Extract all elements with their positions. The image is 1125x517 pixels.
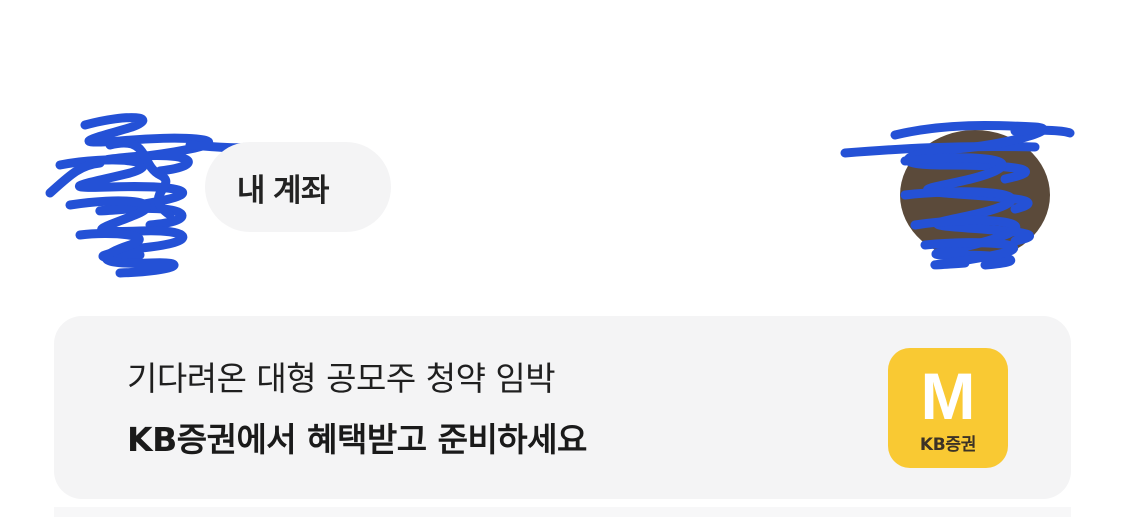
kb-securities-app-icon: M KB증권 <box>888 348 1008 468</box>
top-header: 내 계좌 <box>0 0 1125 290</box>
logo-letter: M <box>920 358 976 433</box>
next-card-edge <box>54 507 1071 517</box>
redacted-avatar-scribble <box>840 121 1075 270</box>
banner-subtitle: 기다려온 대형 공모주 청약 임박 <box>127 359 556 398</box>
logo-caption: KB증권 <box>919 434 977 455</box>
my-account-button[interactable]: 내 계좌 <box>205 142 391 232</box>
ipo-promo-banner[interactable]: 기다려온 대형 공모주 청약 임박 KB증권에서 혜택받고 준비하세요 M KB… <box>54 316 1071 499</box>
my-account-label: 내 계좌 <box>236 172 330 208</box>
banner-title: KB증권에서 혜택받고 준비하세요 <box>127 420 587 459</box>
